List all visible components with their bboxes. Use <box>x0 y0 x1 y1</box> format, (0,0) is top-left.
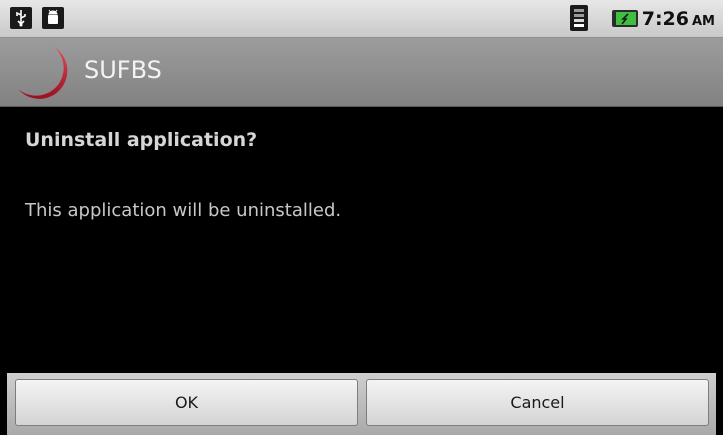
dialog-border-right <box>716 107 723 435</box>
status-clock: 7:26 AM <box>642 8 715 30</box>
status-bar: 7:26 AM <box>0 0 723 38</box>
app-header: SUFBS <box>0 38 723 107</box>
clock-ampm: AM <box>692 14 715 29</box>
dialog-border-left <box>0 107 7 435</box>
android-debug-icon <box>42 7 64 29</box>
cancel-button[interactable]: Cancel <box>366 379 709 426</box>
dialog-message: This application will be uninstalled. <box>25 200 342 221</box>
usb-icon <box>10 7 32 29</box>
dialog-button-bar: OK Cancel <box>7 373 716 435</box>
app-logo-icon <box>18 47 68 99</box>
dialog-title: Uninstall application? <box>25 129 258 151</box>
app-title: SUFBS <box>84 56 162 84</box>
wifi-icon <box>570 5 588 31</box>
ok-button[interactable]: OK <box>15 379 358 426</box>
battery-icon <box>612 10 638 27</box>
uninstall-dialog: Uninstall application? This application … <box>7 107 716 373</box>
clock-time: 7:26 <box>641 8 689 30</box>
